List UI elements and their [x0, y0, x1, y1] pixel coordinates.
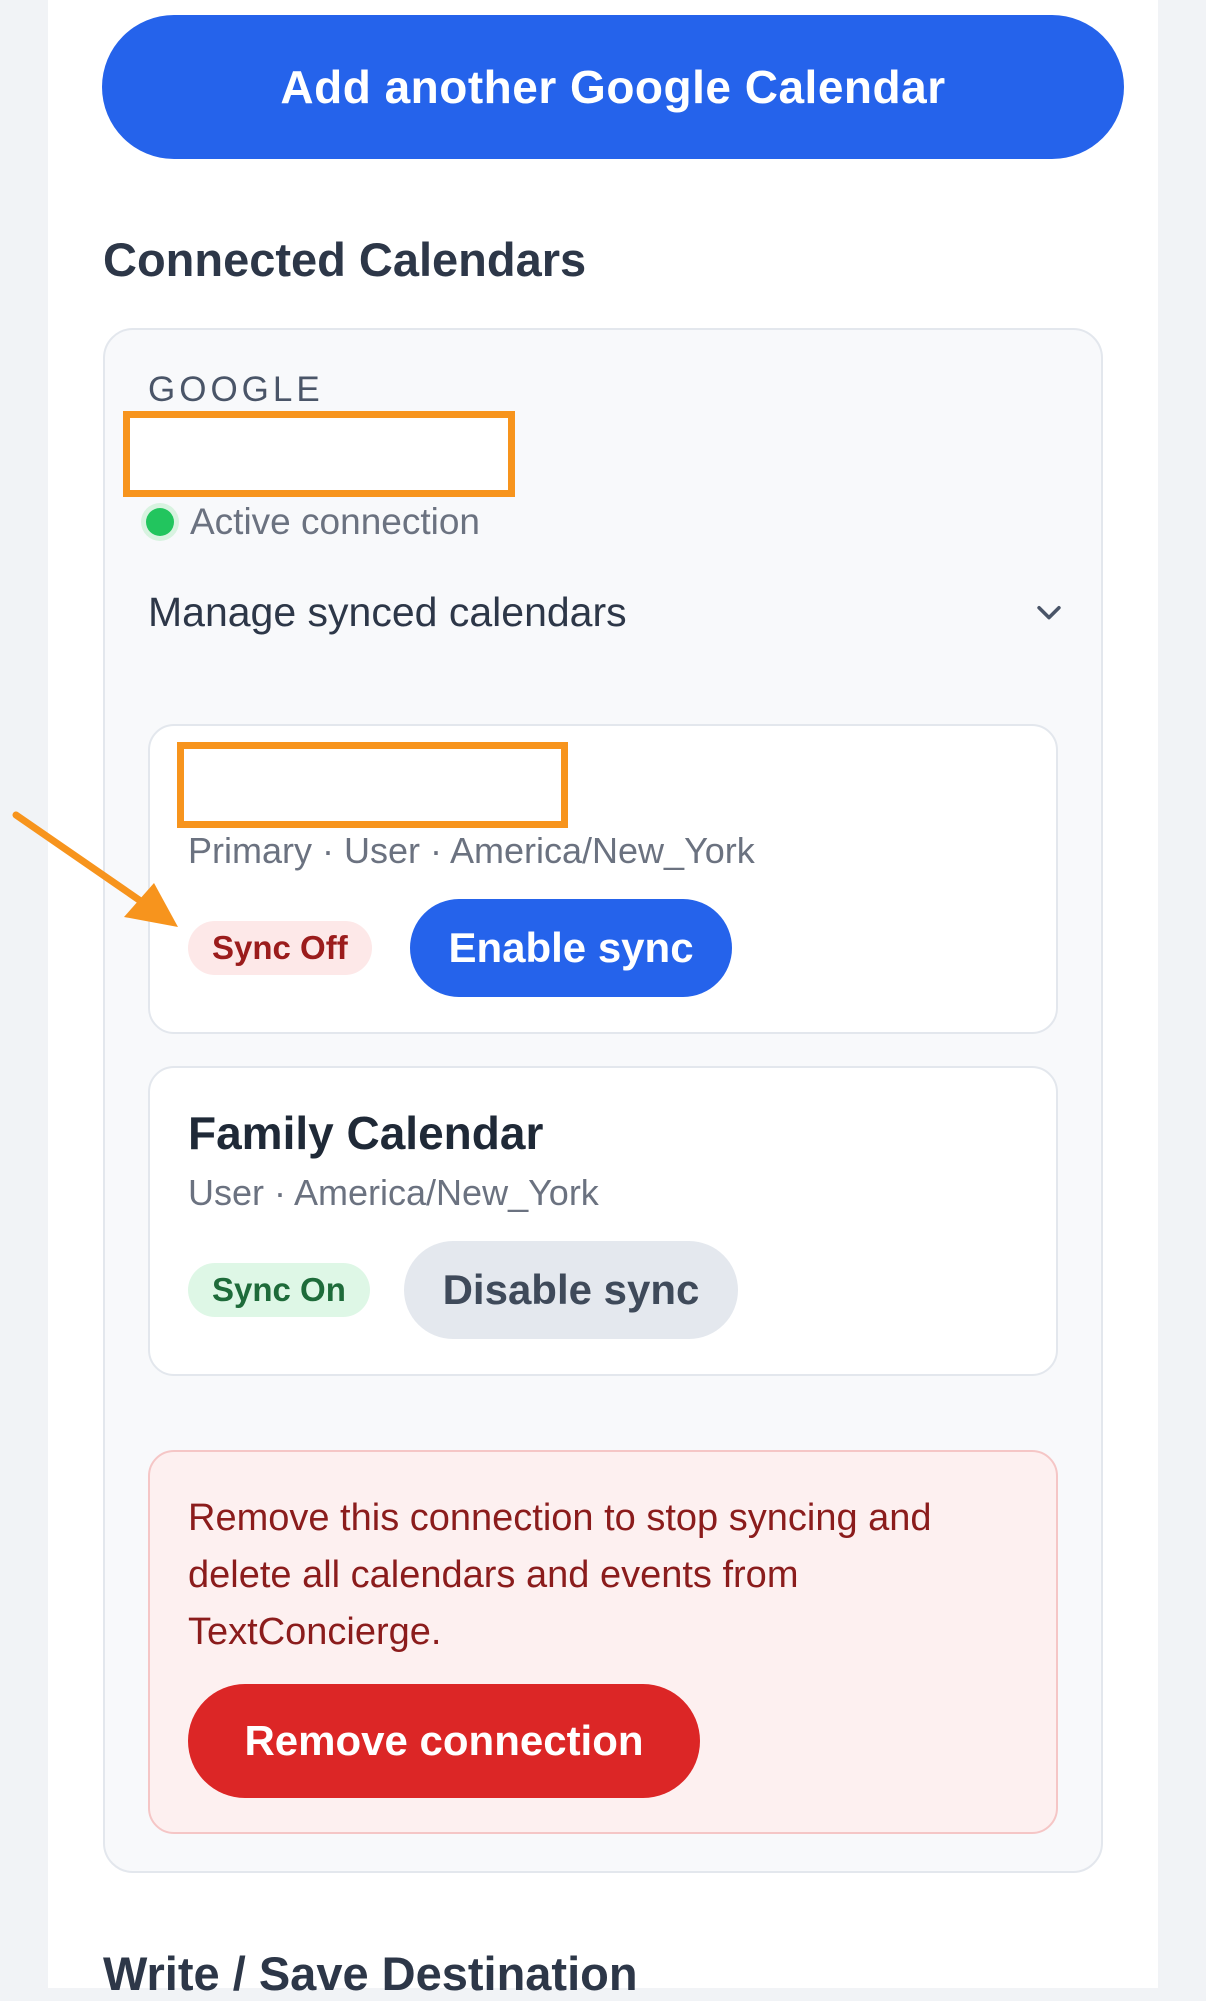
write-save-destination-heading: Write / Save Destination	[103, 1947, 638, 2000]
arrow-icon	[12, 811, 178, 927]
status-text: Active connection	[190, 501, 481, 542]
disable-sync-button[interactable]: Disable sync	[404, 1241, 738, 1339]
calendar-title: Family Calendar	[188, 1107, 544, 1159]
manage-label: Manage synced calendars	[148, 588, 627, 635]
connection-status: Active connection	[146, 500, 480, 544]
calendar-subtitle: Primary · User · America/New_York	[188, 830, 755, 871]
redacted-calendar-name	[177, 742, 568, 828]
remove-warning-text: Remove this connection to stop syncing a…	[188, 1497, 932, 1653]
connected-calendars-heading: Connected Calendars	[103, 233, 587, 286]
status-dot-icon	[146, 508, 174, 536]
add-calendar-button[interactable]: Add another Google Calendar	[102, 15, 1124, 159]
chevron-down-icon[interactable]	[1030, 593, 1068, 631]
provider-label: GOOGLE	[148, 370, 324, 409]
calendar-card-family: Family Calendar User · America/New_York …	[148, 1066, 1058, 1376]
manage-synced-calendars-toggle[interactable]: Manage synced calendars	[148, 580, 1068, 644]
remove-connection-button[interactable]: Remove connection	[188, 1684, 700, 1798]
redacted-account-name	[123, 411, 515, 497]
sync-status-badge: Sync On	[188, 1263, 370, 1317]
calendar-subtitle: User · America/New_York	[188, 1172, 599, 1213]
remove-connection-panel: Remove this connection to stop syncing a…	[148, 1450, 1058, 1834]
enable-sync-button[interactable]: Enable sync	[410, 899, 732, 997]
sync-status-badge: Sync Off	[188, 921, 372, 975]
